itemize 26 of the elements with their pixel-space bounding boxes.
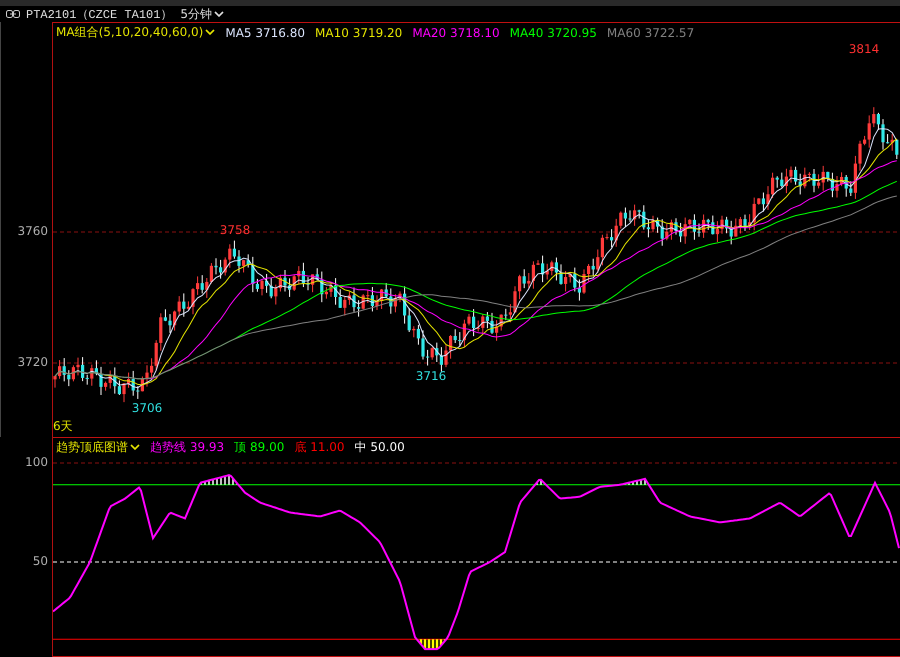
indicator-dropdown[interactable]: MA组合(5,10,20,40,60,0): [56, 24, 216, 41]
chevron-icon: [214, 10, 224, 18]
price-label: 3758: [220, 223, 250, 237]
period-dropdown[interactable]: 5分钟: [178, 6, 226, 22]
price-label: 3706: [132, 401, 162, 415]
indicator-value: 中 50.00: [354, 439, 405, 456]
chevron-icon: [130, 444, 140, 451]
axis-label: 100: [25, 455, 48, 469]
axis-label: 3760: [17, 224, 48, 238]
price-label: 3814: [848, 42, 880, 56]
ma-value: MA5 3716.80: [225, 26, 306, 40]
ma-value: MA10 3719.20: [315, 26, 402, 40]
symbol-title: PTA2101（CZCE TA101）: [26, 6, 172, 22]
ma-value: MA40 3720.95: [510, 26, 597, 40]
link-icon[interactable]: [6, 10, 20, 18]
period-note: 6天: [53, 418, 73, 435]
indicator-value: 趋势线 39.93: [150, 439, 224, 456]
indicator-value: 顶 89.00: [234, 439, 284, 456]
indicator-value: 底 11.00: [294, 439, 345, 456]
axis-label: 3720: [17, 355, 48, 369]
chevron-icon: [205, 29, 216, 36]
ma-value: MA20 3718.10: [412, 26, 500, 40]
ma-value: MA60 3722.57: [606, 26, 694, 40]
indicator-dropdown[interactable]: 趋势顶底图谱: [56, 439, 140, 456]
axis-label: 50: [32, 554, 48, 568]
price-label: 3716: [416, 369, 446, 383]
